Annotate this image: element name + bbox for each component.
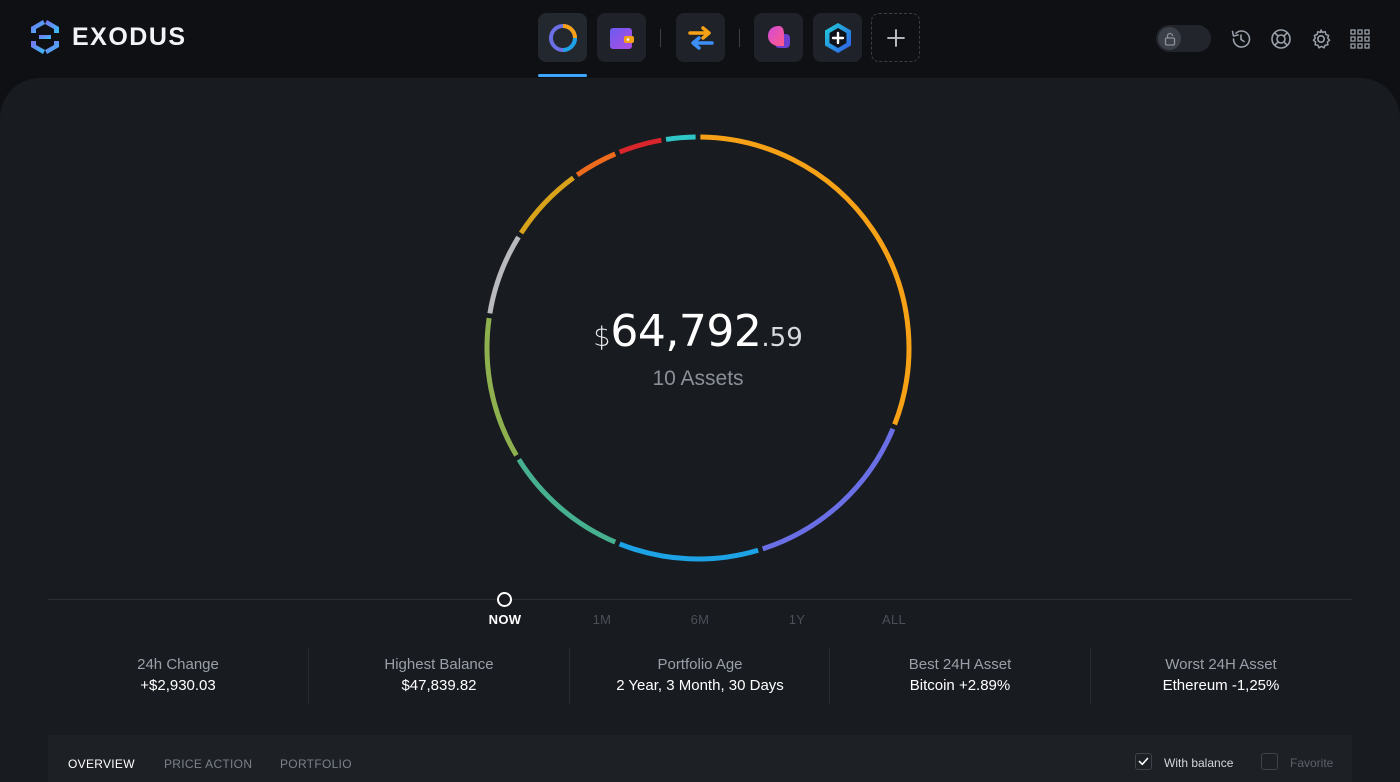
stat-value: Bitcoin +2.89% [909,677,1011,694]
range-all[interactable]: ALL [864,612,924,627]
nav-add-app-button[interactable] [813,13,862,62]
plus-icon [886,28,905,47]
stat-label: Highest Balance [384,656,494,673]
timeline-marker[interactable] [497,592,512,607]
lock-icon [1164,32,1175,46]
exodus-logo[interactable]: EXODUS [28,19,187,55]
nav-wallet-button[interactable] [597,13,646,62]
portfolio-donut-icon [548,23,577,52]
grid-apps-icon [1350,29,1370,49]
stat-label: Portfolio Age [657,656,743,673]
donut-segment-7[interactable] [518,175,575,235]
top-bar: EXODUS [0,0,1400,78]
app-name: EXODUS [72,22,187,51]
range-1m[interactable]: 1M [572,612,632,627]
stat-best-asset: Best 24H Asset Bitcoin +2.89% [830,656,1090,694]
settings-button[interactable] [1309,27,1333,51]
assets-count: 10 Assets [652,367,744,390]
nav-separator [660,29,661,47]
range-1y[interactable]: 1Y [767,612,827,627]
stat-label: Worst 24H Asset [1165,656,1277,673]
lock-toggle[interactable] [1156,25,1211,52]
stat-value: Ethereum -1,25% [1162,677,1280,694]
donut-segment-10[interactable] [665,134,696,142]
stat-label: Best 24H Asset [908,656,1012,673]
lock-toggle-knob [1158,27,1181,50]
exodus-logo-icon [31,20,59,54]
timeline-track [48,599,1352,600]
favorite-checkbox[interactable] [1261,753,1278,770]
tab-price-action[interactable]: PRICE ACTION [164,757,252,771]
nav-portfolio-button[interactable] [538,13,587,62]
donut-segment-2[interactable] [761,427,896,552]
help-lifebuoy-icon [1271,29,1291,49]
apps-grid-button[interactable] [1348,27,1372,51]
hexagon-plus-icon [824,22,851,53]
stat-value: 2 Year, 3 Month, 30 Days [616,677,784,694]
donut-segment-3[interactable] [618,541,759,562]
stat-portfolio-age: Portfolio Age 2 Year, 3 Month, 30 Days [570,656,830,694]
currency-symbol: $ [593,322,611,353]
wallet-icon [609,27,634,49]
portfolio-balance: $64,792.59 [0,306,1396,357]
stat-24h-change: 24h Change +$2,930.03 [48,656,308,694]
tab-portfolio[interactable]: PORTFOLIO [280,757,352,771]
range-6m[interactable]: 6M [670,612,730,627]
donut-segment-9[interactable] [618,137,662,155]
stat-worst-asset: Worst 24H Asset Ethereum -1,25% [1091,656,1351,694]
with-balance-checkbox[interactable] [1135,753,1152,770]
stat-value: $47,839.82 [401,677,477,694]
exchange-arrows-icon [687,25,714,50]
nav-exchange-button[interactable] [676,13,725,62]
donut-segment-4[interactable] [516,458,617,545]
balance-amount: 64,792 [610,306,762,357]
history-icon [1231,30,1251,48]
nav-apps-button[interactable] [754,13,803,62]
stat-label: 24h Change [137,656,219,673]
range-now[interactable]: NOW [475,612,535,627]
nav-active-indicator [538,74,587,77]
favorite-label[interactable]: Favorite [1290,756,1333,770]
donut-segment-8[interactable] [575,151,617,178]
nav-add-button[interactable] [871,13,920,62]
settings-gear-icon [1312,29,1331,49]
nav-separator [739,29,740,47]
stat-value: +$2,930.03 [140,677,216,694]
portfolio-main: $64,792.59 10 Assets NOW 1M 6M 1Y ALL 24… [0,78,1400,782]
balance-cents: .59 [761,323,803,353]
tab-overview[interactable]: OVERVIEW [68,757,135,771]
donut-segment-6[interactable] [487,235,521,314]
with-balance-label[interactable]: With balance [1164,756,1233,770]
asset-tabs-bar: OVERVIEW PRICE ACTION PORTFOLIO With bal… [48,735,1352,782]
apps-blob-icon [767,25,790,48]
checkmark-icon [1138,757,1149,766]
help-button[interactable] [1269,27,1293,51]
history-button[interactable] [1229,27,1253,51]
stat-highest-balance: Highest Balance $47,839.82 [309,656,569,694]
